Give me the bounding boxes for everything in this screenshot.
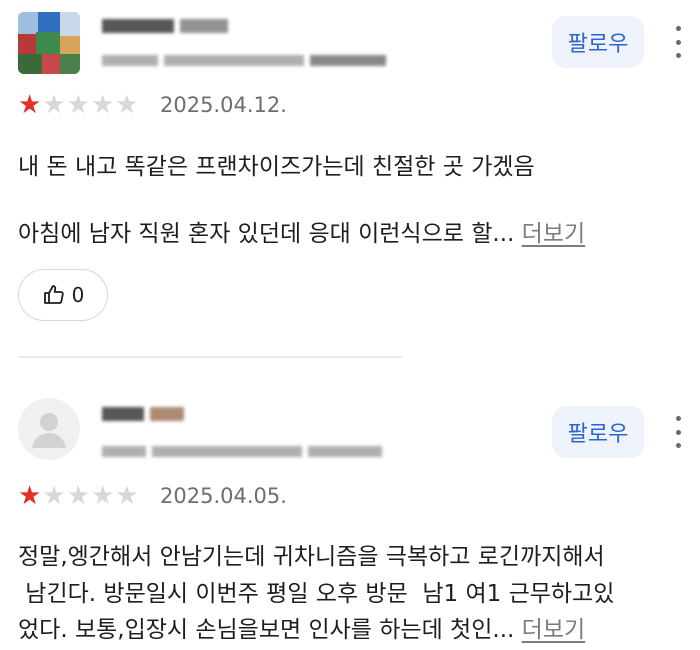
username-redacted[interactable]	[102, 19, 228, 33]
more-link[interactable]: 더보기	[522, 617, 585, 643]
star-rating: ★ ★ ★ ★ ★	[18, 483, 139, 509]
review-text-excerpt: 었다. 보통,입장시 손님을보면 인사를 하는데 첫인...	[18, 617, 515, 643]
more-link[interactable]: 더보기	[522, 221, 585, 247]
review-text-line: 정말,엥간해서 안남기는데 귀차니즘을 극복하고 로긴까지해서	[18, 544, 605, 570]
star-icon: ★	[18, 90, 42, 120]
star-icon: ★	[66, 481, 90, 511]
follow-button[interactable]: 팔로우	[552, 16, 644, 68]
avatar[interactable]	[18, 12, 80, 74]
username-redacted[interactable]	[102, 407, 184, 421]
star-icon: ★	[18, 481, 42, 511]
review-divider	[18, 356, 402, 358]
kebab-menu-icon[interactable]	[668, 22, 688, 62]
like-count: 0	[71, 283, 85, 307]
review-date: 2025.04.12.	[160, 93, 287, 117]
follow-button[interactable]: 팔로우	[552, 406, 644, 458]
like-button[interactable]: 0	[18, 269, 108, 321]
review-text-line: 었다. 보통,입장시 손님을보면 인사를 하는데 첫인... 더보기	[18, 610, 585, 644]
star-icon: ★	[42, 90, 66, 120]
star-icon: ★	[42, 481, 66, 511]
star-icon: ★	[90, 90, 115, 120]
kebab-menu-icon[interactable]	[668, 412, 688, 452]
star-icon: ★	[115, 481, 139, 511]
review-text-line: 남긴다. 방문일시 이번주 평일 오후 방문 남1 여1 근무하고있	[18, 581, 615, 607]
review-card: 팔로우 ★ ★ ★ ★ ★ 2025.04.05. 정말,엥간해서 안남기는데 …	[0, 380, 700, 650]
reviewer-meta-redacted	[102, 446, 382, 457]
avatar[interactable]	[18, 398, 80, 460]
star-rating: ★ ★ ★ ★ ★	[18, 92, 139, 118]
default-avatar-icon	[32, 413, 66, 448]
review-date: 2025.04.05.	[160, 484, 287, 508]
review-card: 팔로우 ★ ★ ★ ★ ★ 2025.04.12. 내 돈 내고 똑같은 프랜차…	[0, 0, 700, 350]
review-text-excerpt: 아침에 남자 직원 혼자 있던데 응대 이런식으로 할...	[18, 221, 515, 247]
star-icon: ★	[115, 90, 139, 120]
thumbs-up-icon	[43, 285, 64, 304]
review-text-line: 아침에 남자 직원 혼자 있던데 응대 이런식으로 할... 더보기	[18, 214, 585, 248]
review-text-line: 내 돈 내고 똑같은 프랜차이즈가는데 친절한 곳 가겠음	[18, 154, 535, 180]
star-icon: ★	[90, 481, 115, 511]
reviewer-meta-redacted	[102, 55, 386, 66]
star-icon: ★	[66, 90, 90, 120]
